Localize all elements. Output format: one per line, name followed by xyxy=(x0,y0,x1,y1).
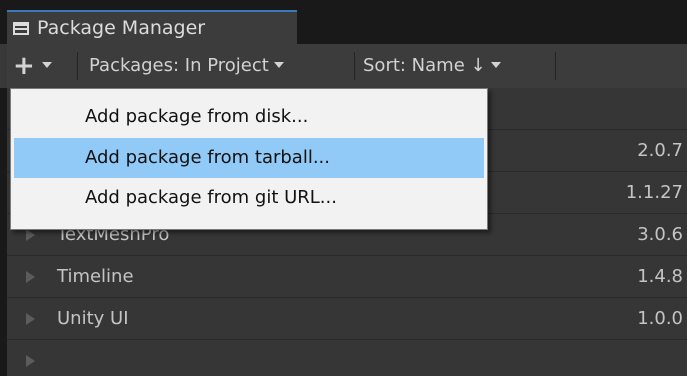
toolbar-divider xyxy=(555,52,556,80)
package-row[interactable]: Timeline 1.4.8 xyxy=(7,256,687,298)
plus-icon: + xyxy=(13,51,35,81)
expand-arrow-icon[interactable] xyxy=(26,313,35,325)
toolbar-divider xyxy=(354,52,355,80)
package-manager-tab[interactable]: Package Manager xyxy=(7,10,297,44)
menu-item-add-from-git-url[interactable]: Add package from git URL... xyxy=(14,178,484,218)
package-manager-window: Package Manager + Packages: In Project S… xyxy=(0,0,687,376)
toolbar: + Packages: In Project Sort: Name ↓ xyxy=(7,44,687,88)
package-version: 1.0.0 xyxy=(637,308,683,329)
window-icon xyxy=(13,22,29,35)
window-title: Package Manager xyxy=(37,17,206,39)
package-version: 3.0.6 xyxy=(637,224,683,245)
menu-item-add-from-disk[interactable]: Add package from disk... xyxy=(14,97,484,137)
package-row[interactable] xyxy=(7,340,687,376)
sort-dropdown[interactable]: Sort: Name ↓ xyxy=(363,44,501,88)
toolbar-divider xyxy=(77,52,78,80)
window-tab-bar: Package Manager xyxy=(0,0,687,44)
sort-label: Sort: Name ↓ xyxy=(363,55,486,76)
package-version: 2.0.7 xyxy=(637,140,683,161)
package-row[interactable]: Unity UI 1.0.0 xyxy=(7,298,687,340)
package-version: 1.1.27 xyxy=(625,182,683,203)
packages-filter-label: Packages: In Project xyxy=(89,55,269,76)
expand-arrow-icon[interactable] xyxy=(26,355,35,367)
left-panel-edge xyxy=(0,88,7,376)
chevron-down-icon xyxy=(490,62,501,68)
add-package-button[interactable]: + xyxy=(13,44,52,88)
expand-arrow-icon[interactable] xyxy=(26,229,35,241)
package-version: 1.4.8 xyxy=(637,266,683,287)
add-package-menu: Add package from disk... Add package fro… xyxy=(10,88,488,230)
package-name: Unity UI xyxy=(57,308,129,329)
packages-filter-dropdown[interactable]: Packages: In Project xyxy=(89,44,284,88)
expand-arrow-icon[interactable] xyxy=(26,271,35,283)
package-name: Timeline xyxy=(57,266,134,287)
menu-item-add-from-tarball[interactable]: Add package from tarball... xyxy=(14,138,484,178)
chevron-down-icon xyxy=(273,62,284,68)
chevron-down-icon xyxy=(41,62,52,68)
